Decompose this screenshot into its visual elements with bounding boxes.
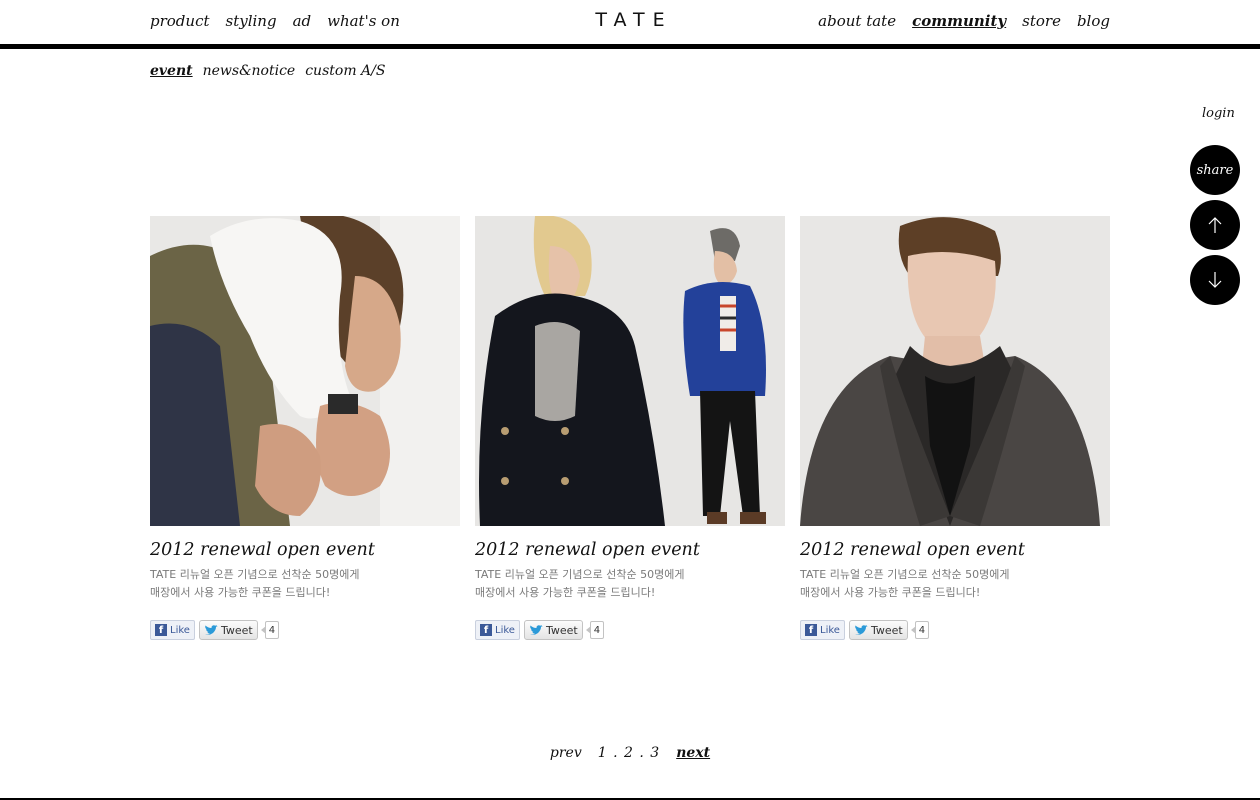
- event-description-line: TATE 리뉴얼 오픈 기념으로 선착순 50명에게: [475, 568, 685, 581]
- header-divider: [0, 44, 1260, 49]
- tweet-button[interactable]: Tweet: [198, 620, 258, 640]
- facebook-icon: f: [155, 624, 167, 636]
- facebook-icon: f: [805, 624, 817, 636]
- subnav-custom-as[interactable]: custom A/S: [305, 63, 385, 79]
- nav-about-tate[interactable]: about tate: [818, 12, 896, 30]
- scroll-down-button[interactable]: [1190, 255, 1240, 305]
- event-list: 2012 renewal open event TATE 리뉴얼 오픈 기념으로…: [150, 216, 1110, 640]
- event-description: TATE 리뉴얼 오픈 기념으로 선착순 50명에게 매장에서 사용 가능한 쿠…: [150, 566, 460, 602]
- page-numbers[interactable]: 1 . 2 . 3: [598, 745, 660, 761]
- event-description: TATE 리뉴얼 오픈 기념으로 선착순 50명에게 매장에서 사용 가능한 쿠…: [475, 566, 785, 602]
- social-buttons: f Like Tweet 4: [475, 620, 785, 640]
- event-photo-tweed-jacket: [800, 216, 1110, 526]
- event-card: 2012 renewal open event TATE 리뉴얼 오픈 기념으로…: [475, 216, 785, 640]
- subnav-event[interactable]: event: [150, 63, 193, 79]
- event-card: 2012 renewal open event TATE 리뉴얼 오픈 기념으로…: [150, 216, 460, 640]
- tweet-button[interactable]: Tweet: [523, 620, 583, 640]
- twitter-bird-icon: [854, 624, 868, 635]
- tweet-label: Tweet: [545, 623, 578, 637]
- event-image[interactable]: [475, 216, 785, 526]
- event-description-line: 매장에서 사용 가능한 쿠폰을 드립니다!: [800, 586, 981, 599]
- social-buttons: f Like Tweet 4: [150, 620, 460, 640]
- event-card: 2012 renewal open event TATE 리뉴얼 오픈 기념으로…: [800, 216, 1110, 640]
- nav-community[interactable]: community: [912, 12, 1006, 30]
- tweet-count: 4: [585, 621, 605, 639]
- event-image[interactable]: [800, 216, 1110, 526]
- tweet-count: 4: [910, 621, 930, 639]
- like-label: Like: [170, 624, 190, 636]
- nav-store[interactable]: store: [1022, 12, 1061, 30]
- share-label: share: [1196, 162, 1234, 178]
- twitter-bird-icon: [204, 624, 218, 635]
- event-description: TATE 리뉴얼 오픈 기념으로 선착순 50명에게 매장에서 사용 가능한 쿠…: [800, 566, 1110, 602]
- secondary-nav: about tate community store blog: [802, 12, 1110, 30]
- social-buttons: f Like Tweet 4: [800, 620, 1110, 640]
- facebook-like-button[interactable]: f Like: [800, 620, 845, 640]
- event-description-line: 매장에서 사용 가능한 쿠폰을 드립니다!: [475, 586, 656, 599]
- share-button[interactable]: share: [1190, 145, 1240, 195]
- like-label: Like: [495, 624, 515, 636]
- pagination: prev 1 . 2 . 3 next: [0, 745, 1260, 761]
- prev-page-link[interactable]: prev: [550, 745, 582, 761]
- tweet-count: 4: [260, 621, 280, 639]
- like-label: Like: [820, 624, 840, 636]
- sub-nav: event news&notice custom A/S: [150, 63, 395, 79]
- tweet-label: Tweet: [870, 623, 903, 637]
- event-photo-fur-hood: [150, 216, 460, 526]
- facebook-like-button[interactable]: f Like: [475, 620, 520, 640]
- tweet-label: Tweet: [220, 623, 253, 637]
- facebook-like-button[interactable]: f Like: [150, 620, 195, 640]
- event-image[interactable]: [150, 216, 460, 526]
- next-page-link[interactable]: next: [676, 745, 710, 761]
- event-title[interactable]: 2012 renewal open event: [800, 540, 1110, 560]
- arrow-down-icon: [1208, 272, 1222, 288]
- facebook-icon: f: [480, 624, 492, 636]
- nav-blog[interactable]: blog: [1077, 12, 1110, 30]
- event-photo-coats: [475, 216, 785, 526]
- twitter-bird-icon: [529, 624, 543, 635]
- site-header: product styling ad what's on TATE about …: [0, 0, 1260, 44]
- subnav-news-notice[interactable]: news&notice: [203, 63, 296, 79]
- tweet-button[interactable]: Tweet: [848, 620, 908, 640]
- event-description-line: TATE 리뉴얼 오픈 기념으로 선착순 50명에게: [150, 568, 360, 581]
- event-description-line: TATE 리뉴얼 오픈 기념으로 선착순 50명에게: [800, 568, 1010, 581]
- event-title[interactable]: 2012 renewal open event: [150, 540, 460, 560]
- login-link[interactable]: login: [1202, 106, 1235, 121]
- arrow-up-icon: [1208, 217, 1222, 233]
- scroll-up-button[interactable]: [1190, 200, 1240, 250]
- event-description-line: 매장에서 사용 가능한 쿠폰을 드립니다!: [150, 586, 331, 599]
- event-title[interactable]: 2012 renewal open event: [475, 540, 785, 560]
